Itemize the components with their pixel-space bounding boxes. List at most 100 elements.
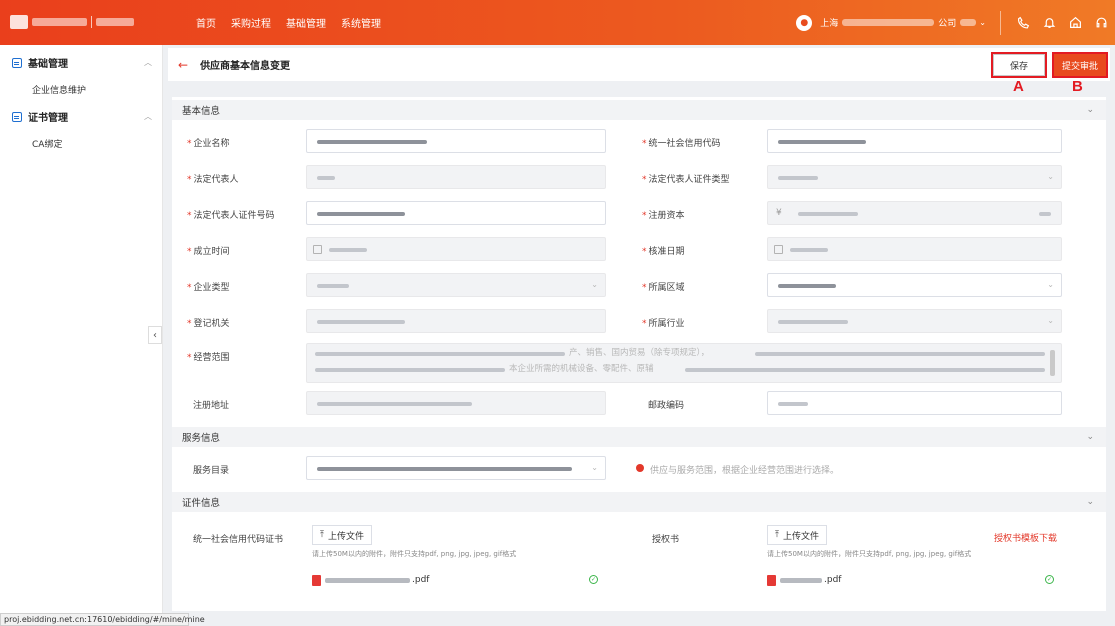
field-label: * 统一社会信用代码 xyxy=(642,139,721,149)
chevron-up-icon[interactable]: ︿ xyxy=(144,57,152,68)
upload-icon: ⤒ xyxy=(775,530,779,540)
pdf-icon xyxy=(767,574,776,586)
industry-select: ⌄ xyxy=(767,309,1062,333)
service-catalog-select[interactable]: ⌄ xyxy=(306,456,606,480)
registered-capital-field: ¥ xyxy=(767,201,1062,225)
field-label: * 成立时间 xyxy=(187,247,230,257)
document-icon xyxy=(12,57,22,68)
textarea-scrollbar[interactable] xyxy=(1050,350,1055,376)
check-circle-icon: ✓ xyxy=(589,575,598,584)
service-hint-text: 供应与服务范围，根据企业经营范围进行选择。 xyxy=(650,466,840,476)
headset-icon[interactable] xyxy=(1089,11,1113,35)
phone-icon[interactable] xyxy=(1011,11,1035,35)
upload-hint: 请上传50M以内的附件，附件只支持pdf, png, jpg, jpeg, gi… xyxy=(312,550,517,558)
form-row: * 成立时间 * 核准日期 xyxy=(172,237,1106,263)
registration-authority-field xyxy=(306,309,606,333)
sidebar-collapse-icon[interactable]: ‹ xyxy=(148,326,162,344)
form-row: * 企业名称 * 统一社会信用代码 xyxy=(172,129,1106,155)
uploaded-file-credit-cert[interactable]: .pdf xyxy=(312,573,429,587)
nav-item-home[interactable]: 首页 xyxy=(196,15,216,30)
form-row: * 企业类型 ⌄ * 所属区域 ⌄ xyxy=(172,273,1106,299)
user-name-redacted[interactable] xyxy=(960,19,977,26)
logo[interactable] xyxy=(10,13,150,31)
upload-icon: ⤒ xyxy=(320,530,324,540)
sidebar-group-label: 证书管理 xyxy=(28,113,68,124)
postcode-field[interactable] xyxy=(767,391,1062,415)
field-label: * 核准日期 xyxy=(642,247,685,257)
chevron-up-icon[interactable]: ︿ xyxy=(144,111,152,122)
bell-icon[interactable] xyxy=(1037,11,1061,35)
field-label: * 经营范围 xyxy=(187,353,230,363)
top-navigation-bar: 首页 采购过程 基础管理 系统管理 ● 上海 公司 ⌄ xyxy=(0,0,1115,45)
section-header-cert-info[interactable]: 证件信息 ⌄ xyxy=(172,492,1106,512)
annotation-label-a: A xyxy=(1013,78,1024,95)
user-company-redacted[interactable] xyxy=(842,19,935,26)
region-select[interactable]: ⌄ xyxy=(767,273,1062,297)
nav-item-procurement[interactable]: 采购过程 xyxy=(231,15,271,30)
logo-subtitle-redacted xyxy=(96,18,134,26)
top-icon-group xyxy=(1000,10,1115,35)
legal-rep-id-type-select: ⌄ xyxy=(767,165,1062,189)
credit-code-field[interactable] xyxy=(767,129,1062,153)
field-label: * 所属区域 xyxy=(642,283,685,293)
section-title: 服务信息 xyxy=(182,433,221,444)
chevron-down-icon[interactable]: ⌄ xyxy=(1086,105,1094,115)
upload-credit-cert-button[interactable]: ⤒ 上传文件 xyxy=(312,525,372,545)
form-content: 基本信息 ⌄ * 企业名称 * 统一社会信用代码 * 法定代表人 * 法定代表人证件类型… xyxy=(172,97,1106,611)
field-label: * 登记机关 xyxy=(187,319,230,329)
sidebar-group-cert-management[interactable]: 证书管理 ︿ xyxy=(0,103,162,130)
sidebar-group-basic-management[interactable]: 基础管理 ︿ xyxy=(0,49,162,76)
file-extension: .pdf xyxy=(412,575,430,585)
browser-status-url: proj.ebidding.net.cn:17610/ebidding/#/mi… xyxy=(0,613,205,626)
chevron-down-icon[interactable]: ⌄ xyxy=(1086,432,1094,442)
upload-authorization-button[interactable]: ⤒ 上传文件 xyxy=(767,525,827,545)
page-header: ← 供应商基本信息变更 xyxy=(168,48,1110,81)
field-label: 邮政编码 xyxy=(648,401,685,411)
form-row: * 经营范围 产、销售、国内贸易（除专项规定）， 本企业所需的机械设备、零配件、原… xyxy=(172,343,1106,385)
file-extension: .pdf xyxy=(824,575,842,585)
field-label: * 法定代表人 xyxy=(187,175,239,185)
user-company-suffix[interactable]: 公司 xyxy=(938,16,956,29)
main-nav: 首页 采购过程 基础管理 系统管理 xyxy=(196,0,381,45)
chevron-down-icon: ⌄ xyxy=(1047,172,1054,181)
logo-text-redacted xyxy=(32,18,87,26)
sidebar-item-company-info[interactable]: 企业信息维护 xyxy=(0,76,162,103)
business-scope-text: 产、销售、国内贸易（除专项规定）， xyxy=(569,348,710,358)
field-label: * 企业名称 xyxy=(187,139,230,149)
field-label: * 法定代表人证件号码 xyxy=(187,211,275,221)
annotation-label-b: B xyxy=(1072,78,1083,95)
section-header-basic-info[interactable]: 基本信息 ⌄ xyxy=(172,100,1106,120)
section-title: 证件信息 xyxy=(182,498,221,509)
chevron-down-icon[interactable]: ⌄ xyxy=(1086,497,1094,507)
sidebar-item-ca-binding[interactable]: CA绑定 xyxy=(0,130,162,157)
chevron-down-icon: ⌄ xyxy=(1047,280,1054,289)
calendar-icon xyxy=(774,245,783,254)
legal-rep-field xyxy=(306,165,606,189)
user-menu-chevron-icon[interactable]: ⌄ xyxy=(979,18,986,27)
pdf-icon xyxy=(312,574,321,586)
calendar-icon xyxy=(313,245,322,254)
user-company-prefix[interactable]: 上海 xyxy=(820,16,838,29)
field-label: 服务目录 xyxy=(193,466,230,476)
back-arrow-icon[interactable]: ← xyxy=(178,58,188,72)
section-title: 基本信息 xyxy=(182,106,221,117)
approval-date-picker xyxy=(767,237,1062,261)
legal-rep-id-number-field[interactable] xyxy=(306,201,606,225)
main-panel: ← 供应商基本信息变更 保存 提交审批 A B 基本信息 ⌄ * 企业名称 * 统一… xyxy=(168,48,1110,614)
business-scope-text-line2: 本企业所需的机械设备、零配件、原辅 xyxy=(509,364,654,374)
field-label: * 所属行业 xyxy=(642,319,685,329)
nav-item-basic-management[interactable]: 基础管理 xyxy=(286,15,326,30)
home-icon[interactable] xyxy=(1063,11,1087,35)
check-circle-icon: ✓ xyxy=(1045,575,1054,584)
chevron-down-icon: ⌄ xyxy=(1047,316,1054,325)
uploaded-file-authorization[interactable]: .pdf xyxy=(767,573,841,587)
authorization-template-download-link[interactable]: 授权书模板下载 xyxy=(994,531,1057,544)
company-type-select: ⌄ xyxy=(306,273,606,297)
user-avatar-icon[interactable]: ● xyxy=(796,14,813,31)
form-row: * 法定代表人 * 法定代表人证件类型 ⌄ xyxy=(172,165,1106,191)
nav-item-system-management[interactable]: 系统管理 xyxy=(341,15,381,30)
submit-approval-button[interactable]: 提交审批 xyxy=(1052,52,1108,78)
company-name-field[interactable] xyxy=(306,129,606,153)
section-header-service-info[interactable]: 服务信息 ⌄ xyxy=(172,427,1106,447)
save-button[interactable]: 保存 xyxy=(991,52,1047,78)
